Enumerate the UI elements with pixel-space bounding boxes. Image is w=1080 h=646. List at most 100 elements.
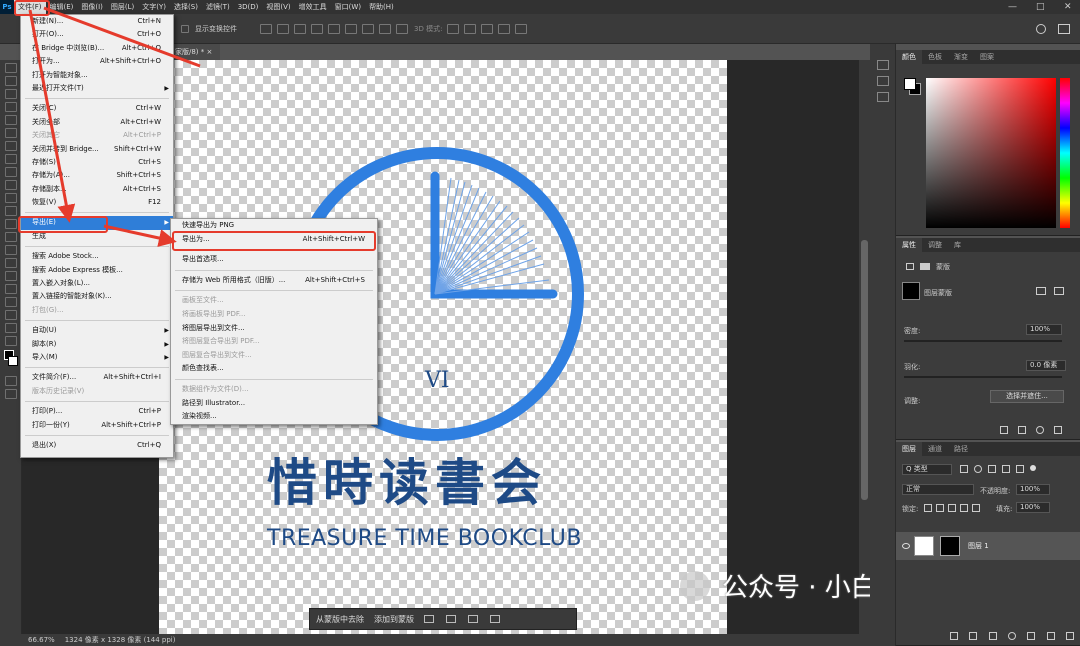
- add-to-mask-button[interactable]: 添加到蒙版: [374, 614, 414, 625]
- align-bottom-icon[interactable]: [345, 23, 357, 34]
- stamp-tool-icon[interactable]: [4, 180, 17, 190]
- mask-icon[interactable]: [424, 615, 434, 623]
- trash-icon[interactable]: [1054, 426, 1062, 434]
- menu-image[interactable]: 图像(I): [77, 0, 107, 14]
- lock-transparent-icon[interactable]: [924, 504, 932, 512]
- feather-slider[interactable]: [904, 376, 1062, 378]
- menu-paths-to-illustrator[interactable]: 路径到 Illustrator...: [171, 397, 377, 411]
- menu-browse-bridge[interactable]: 在 Bridge 中浏览(B)... Alt+Ctrl+O: [21, 42, 173, 55]
- menu-open[interactable]: 打开(O)... Ctrl+O: [21, 28, 173, 41]
- menu-layer[interactable]: 图层(L): [107, 0, 138, 14]
- search-icon[interactable]: [1036, 24, 1046, 34]
- fx-icon[interactable]: [969, 632, 978, 640]
- workspace-icon[interactable]: [1058, 24, 1070, 34]
- menu-save[interactable]: 存储(S) Ctrl+S: [21, 156, 173, 169]
- hand-tool-icon[interactable]: [4, 310, 17, 320]
- screen-mode-icon[interactable]: [4, 389, 17, 399]
- tab-adjustments[interactable]: 调整: [922, 238, 948, 252]
- menu-close[interactable]: 关闭(C) Ctrl+W: [21, 102, 173, 115]
- tab-channels[interactable]: 通道: [922, 442, 948, 456]
- group-icon[interactable]: [1027, 632, 1036, 640]
- eyedropper-tool-icon[interactable]: [4, 141, 17, 151]
- minimize-icon[interactable]: —: [1008, 0, 1017, 14]
- add-mask-icon[interactable]: [988, 632, 997, 640]
- menu-3d[interactable]: 3D(D): [234, 0, 263, 14]
- pixel-mask-icon[interactable]: [906, 263, 914, 270]
- menu-import[interactable]: 导入(M) ▶: [21, 351, 173, 364]
- density-slider[interactable]: [904, 340, 1062, 342]
- 3d-rotate-icon[interactable]: [447, 23, 460, 34]
- menu-file-info[interactable]: 文件简介(F)... Alt+Shift+Ctrl+I: [21, 371, 173, 384]
- opacity-input[interactable]: 100%: [1016, 484, 1050, 495]
- dodge-tool-icon[interactable]: [4, 245, 17, 255]
- lock-artboard-icon[interactable]: [960, 504, 968, 512]
- menu-scripts[interactable]: 脚本(R) ▶: [21, 338, 173, 351]
- menu-search-stock[interactable]: 搜索 Adobe Stock...: [21, 250, 173, 263]
- layer-row[interactable]: 图层 1: [896, 532, 1080, 560]
- align-top-icon[interactable]: [311, 23, 323, 34]
- type-tool-icon[interactable]: [4, 271, 17, 281]
- menu-close-all[interactable]: 关闭全部 Alt+Ctrl+W: [21, 116, 173, 129]
- 3d-drag-icon[interactable]: [481, 23, 494, 34]
- menu-window[interactable]: 窗口(W): [331, 0, 365, 14]
- visibility-icon[interactable]: [1036, 426, 1044, 434]
- distribute-v-icon[interactable]: [379, 23, 391, 34]
- more-icon[interactable]: [396, 23, 408, 34]
- menu-revert[interactable]: 恢复(V) F12: [21, 196, 173, 209]
- hue-slider[interactable]: [1060, 78, 1070, 228]
- invert-icon[interactable]: [446, 615, 456, 623]
- magic-wand-tool-icon[interactable]: [4, 102, 17, 112]
- menu-view[interactable]: 视图(V): [262, 0, 294, 14]
- menu-close-to-bridge[interactable]: 关闭并转到 Bridge... Shift+Ctrl+W: [21, 143, 173, 156]
- filter-type-icon[interactable]: [988, 465, 996, 473]
- filter-adjust-icon[interactable]: [974, 465, 982, 473]
- brush-panel-icon[interactable]: [876, 92, 889, 102]
- fill-input[interactable]: 100%: [1016, 502, 1050, 513]
- adjust-panel-icon[interactable]: [876, 76, 889, 86]
- filter-pixel-icon[interactable]: [960, 465, 968, 473]
- marquee-tool-icon[interactable]: [4, 76, 17, 86]
- checkbox-icon[interactable]: [181, 24, 189, 33]
- menu-layers-to-files[interactable]: 将图层导出到文件...: [171, 322, 377, 336]
- 3d-scale-icon[interactable]: [515, 23, 528, 34]
- mask-settings-icon[interactable]: [468, 615, 478, 623]
- path-select-icon[interactable]: [4, 284, 17, 294]
- layer-filter-select[interactable]: Q 类型: [902, 464, 952, 475]
- align-right-icon[interactable]: [294, 23, 306, 34]
- 3d-slide-icon[interactable]: [498, 23, 511, 34]
- layer-mask-thumbnail[interactable]: [940, 536, 960, 556]
- menu-edit[interactable]: 编辑(E): [46, 0, 78, 14]
- menu-help[interactable]: 帮助(H): [365, 0, 398, 14]
- menu-export-preferences[interactable]: 导出首选项...: [171, 253, 377, 267]
- tab-paths[interactable]: 路径: [948, 442, 974, 456]
- menu-open-as[interactable]: 打开为... Alt+Shift+Ctrl+O: [21, 55, 173, 68]
- zoom-tool-icon[interactable]: [4, 323, 17, 333]
- tab-color[interactable]: 颜色: [896, 50, 922, 64]
- filter-smart-icon[interactable]: [1016, 465, 1024, 473]
- 3d-roll-icon[interactable]: [464, 23, 477, 34]
- more-options-icon[interactable]: [490, 615, 500, 623]
- align-left-icon[interactable]: [260, 23, 272, 34]
- menu-new[interactable]: 新建(N)... Ctrl+N: [21, 15, 173, 28]
- new-layer-icon[interactable]: [1046, 632, 1055, 640]
- menu-open-smart-object[interactable]: 打开为智能对象...: [21, 69, 173, 82]
- pen-tool-icon[interactable]: [4, 258, 17, 268]
- zoom-level[interactable]: 66.67%: [28, 636, 55, 644]
- menu-place-linked[interactable]: 置入链接的智能对象(K)...: [21, 290, 173, 303]
- feather-input[interactable]: 0.0 像素: [1026, 360, 1066, 371]
- more-tools-icon[interactable]: [4, 336, 17, 346]
- color-picker-field[interactable]: [926, 78, 1056, 228]
- close-icon[interactable]: ✕: [1064, 0, 1072, 14]
- menu-save-for-web[interactable]: 存储为 Web 所用格式（旧版）... Alt+Shift+Ctrl+S: [171, 274, 377, 288]
- tab-gradients[interactable]: 渐变: [948, 50, 974, 64]
- distribute-icon[interactable]: [362, 23, 374, 34]
- menu-print[interactable]: 打印(P)... Ctrl+P: [21, 405, 173, 418]
- menu-select[interactable]: 选择(S): [170, 0, 202, 14]
- history-brush-icon[interactable]: [4, 193, 17, 203]
- quick-mask-icon[interactable]: [4, 376, 17, 386]
- maximize-icon[interactable]: □: [1036, 0, 1045, 14]
- menu-automate[interactable]: 自动(U) ▶: [21, 324, 173, 337]
- menu-search-express[interactable]: 搜索 Adobe Express 模板...: [21, 264, 173, 277]
- menu-color-lookup[interactable]: 颜色查找表...: [171, 362, 377, 376]
- tab-layers[interactable]: 图层: [896, 442, 922, 456]
